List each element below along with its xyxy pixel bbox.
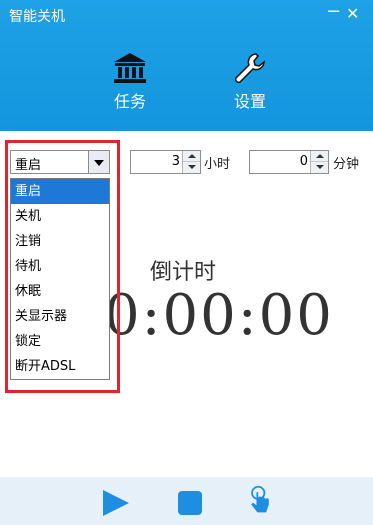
tab-task-label: 任务 [113,92,146,111]
minutes-stepper[interactable]: 0 [249,150,329,174]
tab-settings-label: 设置 [233,92,266,111]
close-button[interactable]: ✕ [346,4,359,23]
hours-value: 3 [171,154,180,169]
countdown-label: 倒计时 [150,260,217,285]
app-title: 智能关机 [9,9,65,25]
hours-up-arrow-icon[interactable] [183,151,200,162]
countdown-time: 0:00:00 [104,283,334,348]
annotation-highlight-box [5,140,120,393]
wrench-icon [234,53,265,84]
minutes-unit-label: 分钟 [333,157,360,172]
minimize-button[interactable]: − [326,1,341,22]
minutes-spin [310,151,328,173]
footer-toolbar [0,477,373,525]
play-icon[interactable] [100,488,130,518]
stop-icon[interactable] [175,488,205,518]
hours-stepper[interactable]: 3 [130,150,201,174]
bank-icon [114,53,146,83]
title-bar: 智能关机 − ✕ 任务 设置 [0,0,373,131]
minutes-down-arrow-icon[interactable] [311,162,328,173]
tab-task[interactable]: 任务 [98,52,162,112]
hours-unit-label: 小时 [204,157,231,172]
hours-spin [182,151,200,173]
tab-settings[interactable]: 设置 [218,52,282,112]
minutes-value: 0 [299,154,308,169]
minutes-up-arrow-icon[interactable] [311,151,328,162]
hours-down-arrow-icon[interactable] [183,162,200,173]
touch-icon[interactable] [245,485,275,515]
